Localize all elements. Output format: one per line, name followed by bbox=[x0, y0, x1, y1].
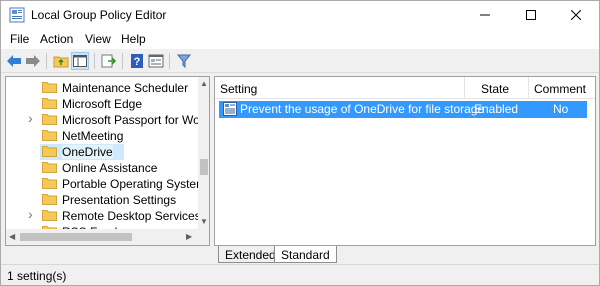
folder-icon bbox=[42, 178, 57, 189]
filter-button[interactable] bbox=[175, 52, 193, 70]
expand-chevron-icon[interactable]: › bbox=[28, 110, 33, 126]
minimize-icon bbox=[480, 14, 490, 16]
tree-item-label: OneDrive bbox=[62, 145, 113, 159]
menu-help[interactable]: Help bbox=[121, 32, 146, 46]
maximize-icon bbox=[526, 10, 536, 20]
status-bar: 1 setting(s) bbox=[1, 264, 599, 285]
menu-bar: File Action View Help bbox=[1, 29, 599, 49]
status-text: 1 setting(s) bbox=[7, 269, 67, 283]
help-button[interactable]: ? bbox=[128, 52, 146, 70]
group-policy-app-icon bbox=[9, 7, 25, 23]
toolbar: ? bbox=[1, 49, 599, 73]
close-icon bbox=[571, 10, 581, 20]
policy-setting-icon bbox=[223, 102, 237, 116]
policy-row-selected[interactable]: Prevent the usage of OneDrive for file s… bbox=[219, 101, 587, 118]
folder-icon bbox=[42, 130, 57, 141]
settings-list-pane[interactable]: Setting State Comment Prevent the usage … bbox=[214, 76, 596, 246]
back-icon bbox=[7, 55, 21, 67]
tab-standard-label: Standard bbox=[281, 248, 330, 262]
folder-icon bbox=[42, 162, 57, 173]
tree-item-label: NetMeeting bbox=[62, 129, 124, 143]
show-hide-tree-button[interactable] bbox=[71, 52, 89, 70]
up-folder-button[interactable] bbox=[52, 52, 70, 70]
folder-icon bbox=[42, 146, 57, 157]
tree-item[interactable]: Maintenance Scheduler bbox=[6, 80, 196, 96]
tree-item-label: Maintenance Scheduler bbox=[62, 81, 189, 95]
tree-item[interactable]: Online Assistance bbox=[6, 160, 196, 176]
folder-icon bbox=[42, 82, 57, 93]
toolbar-separator bbox=[122, 53, 123, 69]
expand-chevron-icon[interactable]: › bbox=[28, 206, 33, 222]
tree-item[interactable]: OneDrive bbox=[6, 144, 196, 160]
app-window: Local Group Policy Editor File Action Vi… bbox=[0, 0, 600, 286]
tree-item[interactable]: Presentation Settings bbox=[6, 192, 196, 208]
back-button[interactable] bbox=[5, 52, 23, 70]
tab-extended[interactable]: Extended bbox=[218, 246, 283, 263]
tree-item-label: Online Assistance bbox=[62, 161, 158, 175]
tree-item-label: Remote Desktop Services bbox=[62, 209, 201, 223]
tree-item-label: Microsoft Passport for Work bbox=[62, 113, 210, 127]
policy-setting-name: Prevent the usage of OneDrive for file s… bbox=[240, 102, 485, 116]
tree-item[interactable]: › Microsoft Passport for Work bbox=[6, 110, 209, 128]
column-header-setting[interactable]: Setting bbox=[215, 77, 465, 99]
window-title: Local Group Policy Editor bbox=[31, 8, 167, 22]
tree-item[interactable]: Microsoft Edge bbox=[6, 96, 196, 112]
tree-horizontal-scroll-thumb[interactable] bbox=[20, 233, 132, 241]
minimize-button[interactable] bbox=[462, 1, 508, 29]
properties-button[interactable] bbox=[147, 52, 165, 70]
column-state-label: State bbox=[481, 82, 510, 96]
tree-pane[interactable]: Maintenance Scheduler Microsoft Edge › Micr… bbox=[5, 76, 210, 246]
help-icon: ? bbox=[131, 54, 143, 68]
scroll-right-icon[interactable]: ▶ bbox=[186, 232, 192, 241]
policy-state: Enabled bbox=[474, 102, 519, 116]
tree-vertical-scrollbar[interactable]: ▲ ▼ bbox=[198, 77, 209, 229]
column-header-state[interactable]: State bbox=[465, 77, 529, 99]
export-list-button[interactable] bbox=[100, 52, 118, 70]
column-setting-label: Setting bbox=[220, 82, 258, 96]
tree-item[interactable]: NetMeeting bbox=[6, 128, 196, 144]
toolbar-separator bbox=[94, 53, 95, 69]
properties-icon bbox=[148, 54, 164, 68]
up-folder-icon bbox=[53, 56, 69, 68]
column-header-comment[interactable]: Comment bbox=[529, 77, 595, 99]
folder-icon bbox=[42, 98, 57, 109]
scroll-up-icon[interactable]: ▲ bbox=[200, 79, 208, 88]
menu-action[interactable]: Action bbox=[40, 32, 73, 46]
view-tabs: Extended Standard bbox=[214, 246, 596, 266]
tree-item[interactable]: Portable Operating System bbox=[6, 176, 206, 192]
tree-item-label: Portable Operating System bbox=[62, 177, 207, 191]
tree-horizontal-scrollbar[interactable]: ◀ ▶ bbox=[6, 229, 209, 245]
folder-icon bbox=[42, 194, 57, 205]
export-list-icon bbox=[101, 54, 117, 68]
folder-icon bbox=[42, 114, 57, 125]
toolbar-separator bbox=[46, 53, 47, 69]
filter-icon bbox=[177, 54, 191, 68]
column-comment-label: Comment bbox=[534, 82, 587, 96]
tree-item[interactable]: › Remote Desktop Services bbox=[6, 206, 201, 224]
scroll-left-icon[interactable]: ◀ bbox=[9, 232, 15, 241]
scroll-down-icon[interactable]: ▼ bbox=[200, 217, 208, 226]
title-bar[interactable]: Local Group Policy Editor bbox=[1, 1, 599, 29]
tree-item-label: Presentation Settings bbox=[62, 193, 177, 207]
forward-icon bbox=[26, 55, 40, 67]
tab-extended-label: Extended bbox=[225, 248, 276, 262]
forward-button[interactable] bbox=[24, 52, 42, 70]
show-hide-tree-icon bbox=[73, 55, 87, 67]
svg-text:?: ? bbox=[134, 56, 141, 68]
folder-icon bbox=[42, 210, 57, 221]
close-button[interactable] bbox=[553, 1, 599, 29]
toolbar-separator bbox=[169, 53, 170, 69]
tab-standard[interactable]: Standard bbox=[274, 246, 337, 263]
tree-vertical-scroll-thumb[interactable] bbox=[200, 159, 208, 175]
menu-view[interactable]: View bbox=[85, 32, 111, 46]
tree-item-label: Microsoft Edge bbox=[62, 97, 143, 111]
policy-comment: No bbox=[553, 102, 569, 116]
menu-file[interactable]: File bbox=[10, 32, 29, 46]
maximize-button[interactable] bbox=[508, 1, 554, 29]
